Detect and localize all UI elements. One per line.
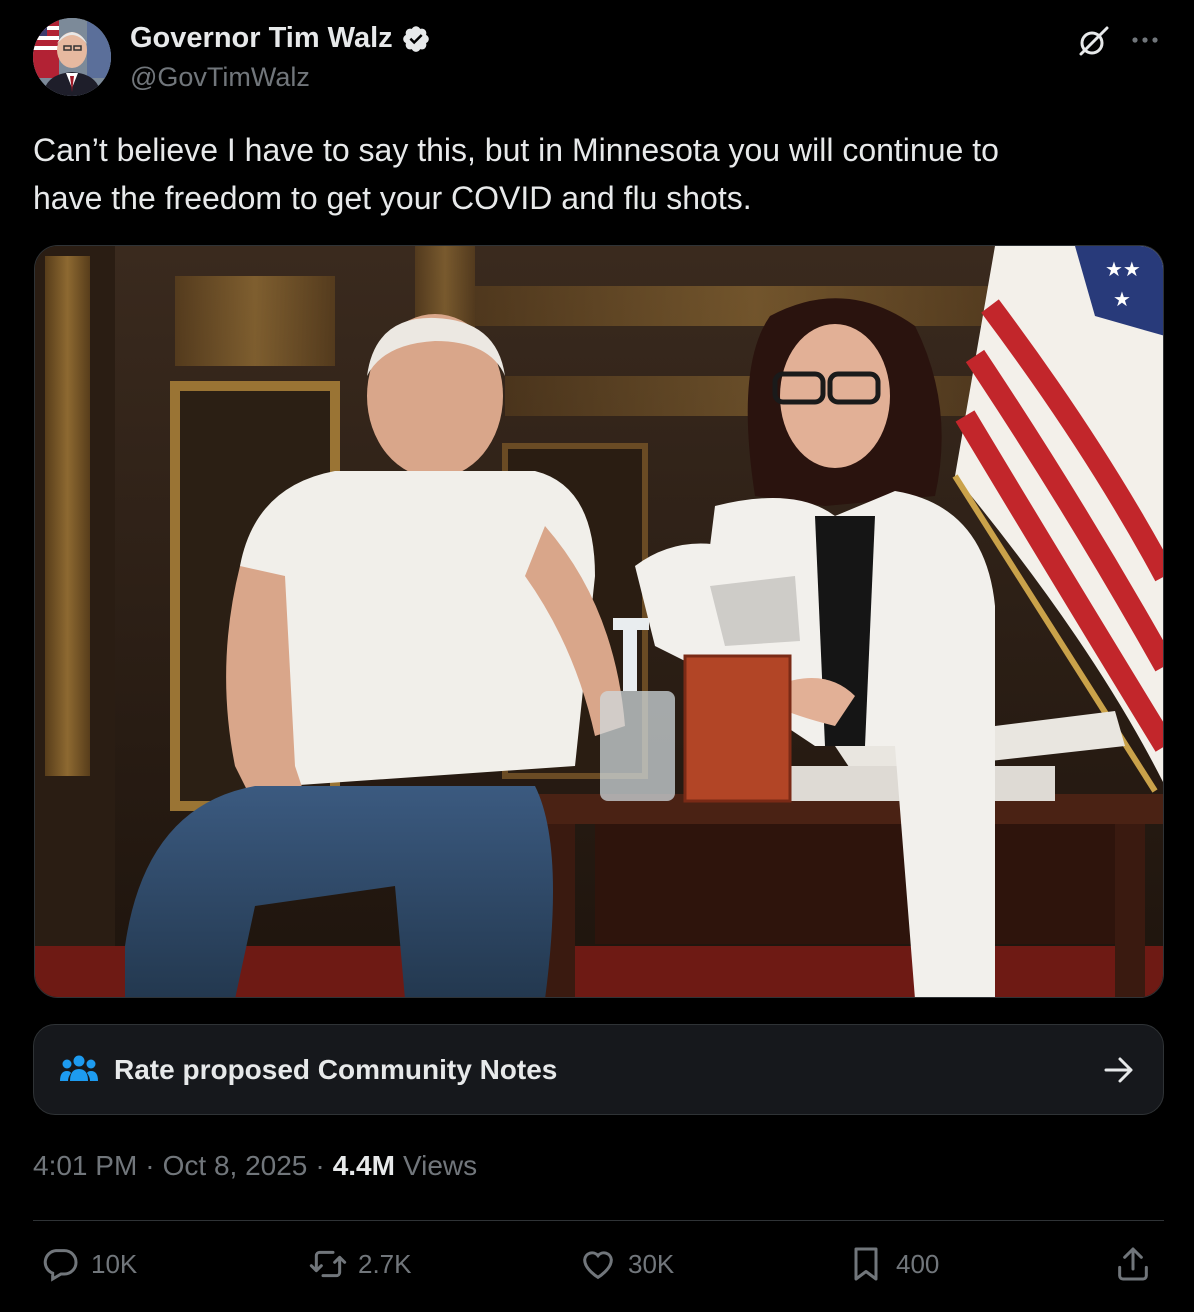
community-notes-banner[interactable]: Rate proposed Community Notes [33, 1024, 1164, 1115]
reply-button[interactable]: 10K [41, 1244, 137, 1284]
author-avatar[interactable] [33, 18, 111, 96]
verified-badge-icon [402, 25, 429, 52]
repost-icon [309, 1250, 347, 1278]
share-button[interactable] [1113, 1244, 1153, 1284]
svg-text:★★: ★★ [1105, 257, 1141, 281]
reply-count: 10K [91, 1248, 138, 1279]
bookmark-button[interactable]: 400 [846, 1244, 939, 1284]
views-label: Views [402, 1150, 478, 1181]
author-name[interactable]: Governor Tim Walz [130, 22, 393, 55]
community-notes-label: Rate proposed Community Notes [114, 1054, 558, 1085]
arrow-right-icon [1104, 1057, 1133, 1083]
tweet-photo[interactable]: ★★ ★ [34, 245, 1164, 998]
divider [33, 1220, 1164, 1221]
author-handle[interactable]: @GovTimWalz [130, 62, 310, 93]
like-icon [583, 1251, 613, 1280]
repost-button[interactable]: 2.7K [308, 1244, 412, 1284]
repost-count: 2.7K [358, 1248, 412, 1279]
views-count: 4.4M [332, 1150, 395, 1181]
action-bar: 10K 2.7K 30K 400 [33, 1244, 1164, 1294]
bookmark-icon [854, 1247, 878, 1281]
meta-separator: · [315, 1150, 325, 1181]
tweet-header: Governor Tim Walz @GovTimWalz [33, 16, 1163, 96]
like-count: 30K [628, 1248, 675, 1279]
tweet-text: Can’t believe I have to say this, but in… [33, 132, 999, 216]
tweet-time[interactable]: 4:01 PM [33, 1150, 137, 1182]
tweet-meta: 4:01 PM · Oct 8, 2025 · 4.4M Views [33, 1150, 477, 1182]
tweet-date[interactable]: Oct 8, 2025 [163, 1150, 308, 1182]
like-button[interactable]: 30K [578, 1244, 674, 1284]
more-icon[interactable] [1127, 22, 1163, 58]
reply-icon [43, 1249, 78, 1282]
community-notes-icon [60, 1055, 98, 1081]
svg-text:★: ★ [1113, 287, 1131, 311]
meta-separator: · [145, 1150, 155, 1181]
bookmark-count: 400 [896, 1248, 940, 1279]
share-icon [1118, 1247, 1148, 1281]
grok-icon[interactable] [1077, 24, 1111, 58]
